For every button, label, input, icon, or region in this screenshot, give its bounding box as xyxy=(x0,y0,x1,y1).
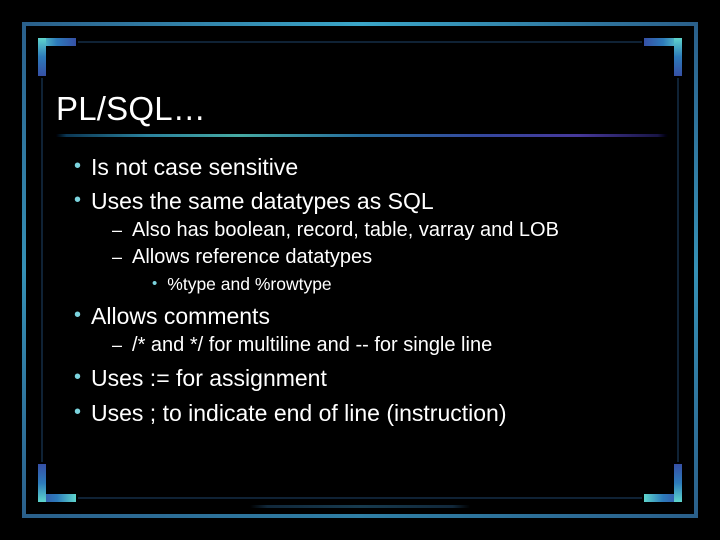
bullet-dot-icon: • xyxy=(74,398,81,427)
list-item-text: Uses the same datatypes as SQL xyxy=(91,186,660,216)
bullet-dot-icon: • xyxy=(74,363,81,392)
list-item: – Also has boolean, record, table, varra… xyxy=(54,217,660,245)
bullet-dash-icon: – xyxy=(112,332,122,359)
content-area: PL/SQL… • Is not case sensitive • Uses t… xyxy=(54,90,660,428)
list-item: • %type and %rowtype xyxy=(54,272,660,297)
bullet-dash-icon: – xyxy=(112,244,122,271)
bullet-dot-icon: • xyxy=(74,152,81,181)
bullet-dot-icon: • xyxy=(74,301,81,330)
list-item: • Allows comments xyxy=(54,301,660,331)
title-underline xyxy=(54,134,660,138)
bullet-dot-icon: • xyxy=(152,272,157,297)
slide-title: PL/SQL… xyxy=(56,90,660,128)
list-item-text: Is not case sensitive xyxy=(91,152,660,182)
list-item-text: Also has boolean, record, table, varray … xyxy=(132,217,660,245)
list-item-text: Allows comments xyxy=(91,301,660,331)
bullet-dash-icon: – xyxy=(112,217,122,244)
list-item: • Uses the same datatypes as SQL xyxy=(54,186,660,216)
bullet-dot-icon: • xyxy=(74,186,81,215)
slide: PL/SQL… • Is not case sensitive • Uses t… xyxy=(0,0,720,540)
list-item: – Allows reference datatypes xyxy=(54,244,660,272)
list-item-text: Uses ; to indicate end of line (instruct… xyxy=(91,398,660,428)
list-item-text: Allows reference datatypes xyxy=(132,244,660,272)
bullet-list: • Is not case sensitive • Uses the same … xyxy=(54,152,660,428)
list-item: • Uses ; to indicate end of line (instru… xyxy=(54,398,660,428)
list-item: • Is not case sensitive xyxy=(54,152,660,182)
list-item-text: Uses := for assignment xyxy=(91,363,660,393)
list-item: • Uses := for assignment xyxy=(54,363,660,393)
list-item: – /* and */ for multiline and -- for sin… xyxy=(54,332,660,360)
footer-rule xyxy=(250,505,470,508)
list-item-text: /* and */ for multiline and -- for singl… xyxy=(132,332,660,360)
list-item-text: %type and %rowtype xyxy=(167,272,660,297)
